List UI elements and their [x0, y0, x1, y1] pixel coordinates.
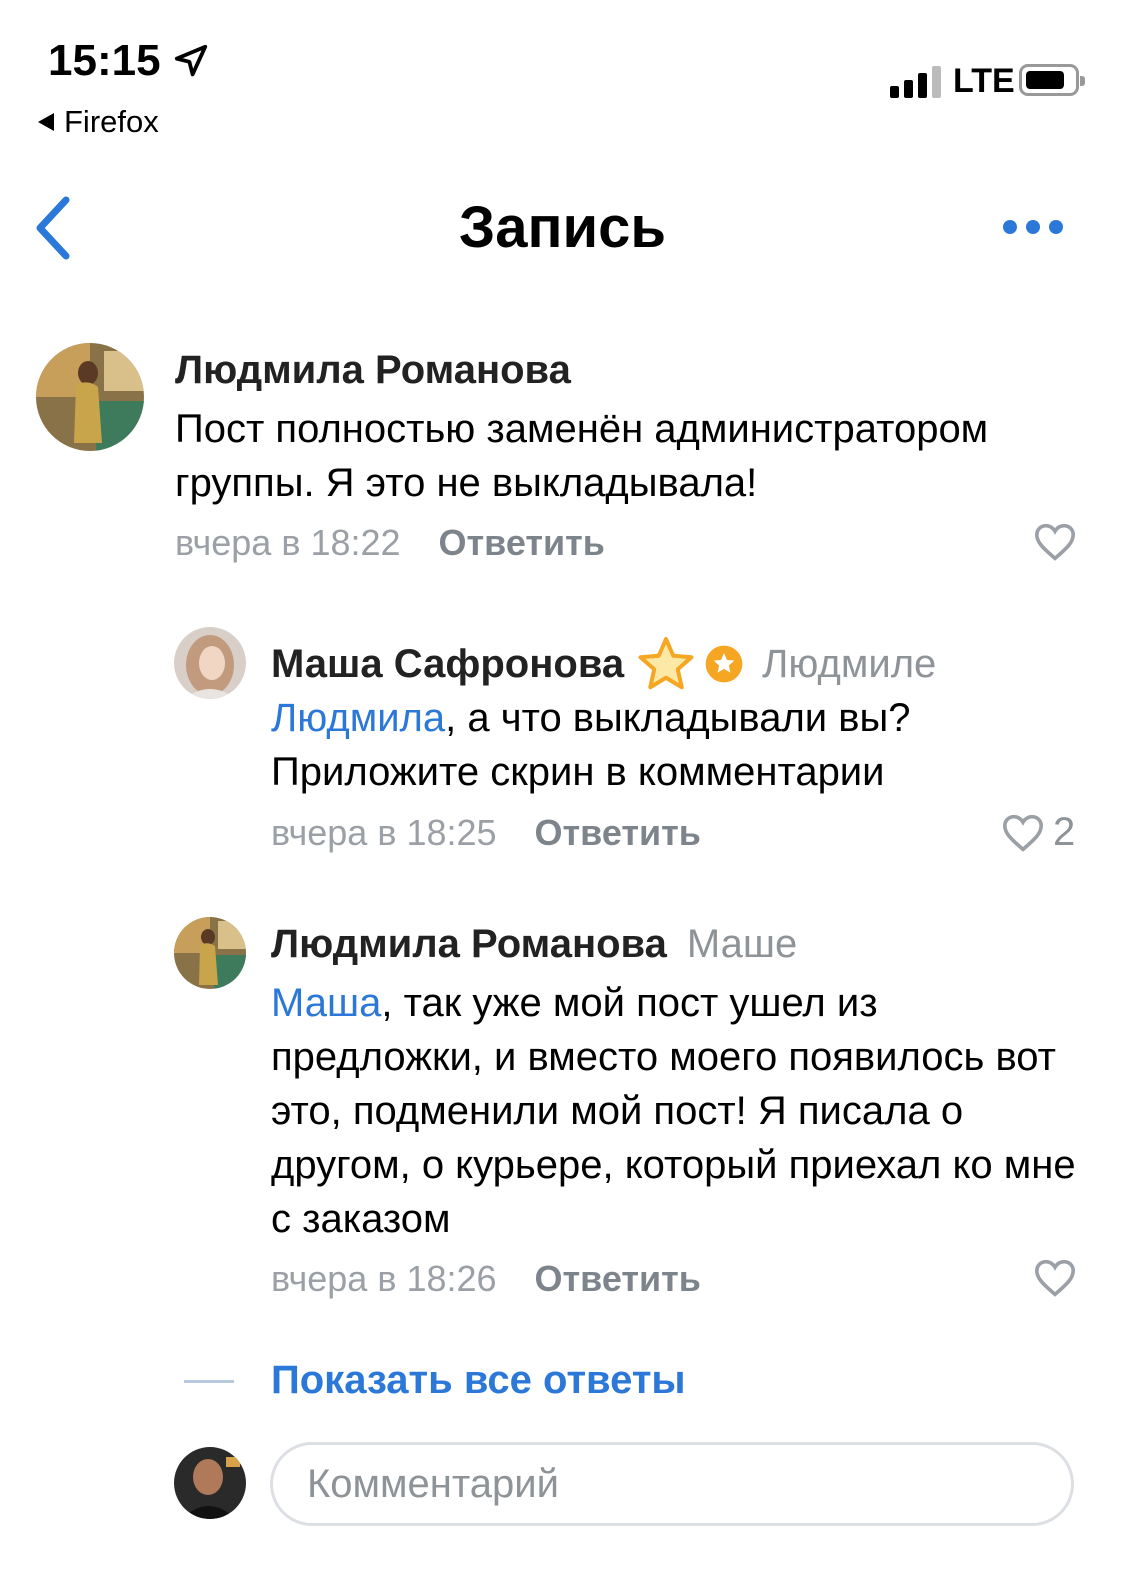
comment-meta: вчера в 18:25 Ответить: [271, 812, 701, 854]
mention-link[interactable]: Людмила: [271, 696, 445, 740]
back-to-app-link[interactable]: Firefox: [38, 104, 159, 140]
reply-button[interactable]: Ответить: [439, 522, 605, 563]
reply-to-name[interactable]: Маше: [687, 922, 797, 967]
comment-text: Пост полностью заменён администратором г…: [175, 402, 1085, 510]
thread-divider-line: [184, 1380, 234, 1383]
reply-button[interactable]: Ответить: [535, 1258, 701, 1299]
comment-time: вчера в 18:25: [271, 812, 497, 853]
like-count: 2: [1053, 810, 1076, 854]
comment-text: Людмила, а что выкладывали вы? Приложите…: [271, 691, 1091, 799]
comment-text: Маша, так уже мой пост ушел из предложки…: [271, 976, 1086, 1246]
back-triangle-icon: [38, 113, 54, 131]
comment-author-row: Людмила Романова Маше: [271, 922, 797, 967]
cellular-signal-icon: [890, 64, 941, 98]
reply-to-name[interactable]: Людмиле: [762, 642, 936, 687]
comment-meta: вчера в 18:26 Ответить: [271, 1258, 701, 1300]
mention-link[interactable]: Маша: [271, 981, 381, 1025]
comment-author[interactable]: Маша Сафронова: [271, 642, 624, 687]
network-type: LTE: [953, 62, 1015, 100]
avatar[interactable]: [174, 917, 246, 989]
comment-text-content: Пост полностью заменён администратором г…: [175, 407, 989, 505]
comment-time: вчера в 18:26: [271, 1258, 497, 1299]
back-app-label: Firefox: [64, 104, 159, 139]
location-arrow-icon: [174, 44, 208, 77]
more-dots-icon[interactable]: [1003, 220, 1063, 234]
battery-icon: [1019, 64, 1085, 96]
comment-time: вчера в 18:22: [175, 522, 401, 563]
comment-input[interactable]: [270, 1442, 1074, 1526]
comment-author-row: Маша Сафронова Людмиле: [271, 635, 936, 693]
like-control[interactable]: 2: [1001, 810, 1075, 855]
avatar[interactable]: [174, 627, 246, 699]
show-all-replies-link[interactable]: Показать все ответы: [271, 1358, 686, 1403]
status-time: 15:15: [48, 36, 161, 85]
comment-meta: вчера в 18:22 Ответить: [175, 522, 605, 564]
current-user-avatar: [174, 1447, 246, 1519]
heart-icon[interactable]: [1001, 813, 1045, 853]
comment-text-content: , так уже мой пост ушел из предложки, и …: [271, 981, 1076, 1241]
donor-star-icon: [705, 645, 743, 683]
heart-icon[interactable]: [1033, 522, 1077, 562]
comment-author[interactable]: Людмила Романова: [175, 348, 571, 393]
star-badge-icon: [638, 637, 694, 690]
page-title: Запись: [458, 195, 667, 260]
avatar[interactable]: [36, 343, 144, 451]
reply-button[interactable]: Ответить: [535, 812, 701, 853]
comment-author[interactable]: Людмила Романова: [271, 922, 667, 967]
heart-icon[interactable]: [1033, 1258, 1077, 1298]
